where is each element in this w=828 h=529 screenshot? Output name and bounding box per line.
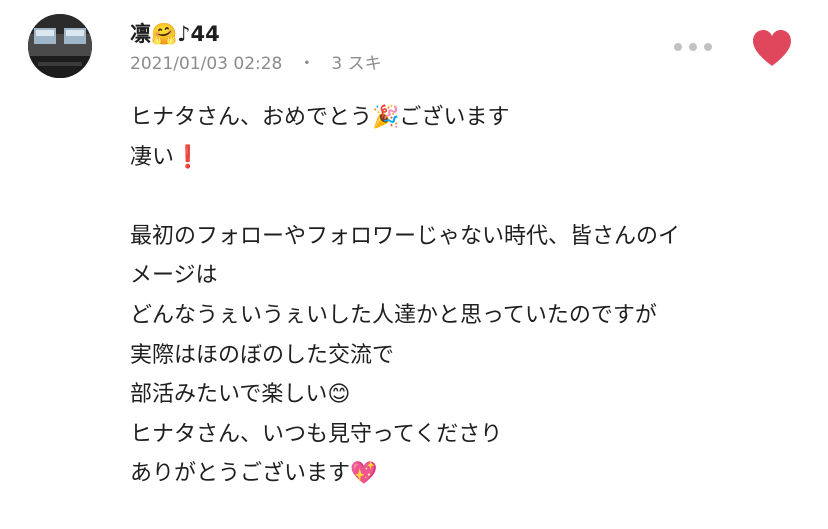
comment-line: ヒナタさん、いつも見守ってくださり	[130, 421, 503, 447]
comment-line: ヒナタさん、おめでとう🎉ございます	[130, 105, 510, 130]
comment-line	[130, 177, 808, 217]
avatar-photo-icon	[28, 14, 92, 78]
dot	[704, 43, 712, 51]
comment-line: 凄い❗️	[130, 144, 202, 170]
dot	[689, 43, 697, 51]
comment-body: ヒナタさん、おめでとう🎉ございます 凄い❗️ 最初のフォローやフォロワーじゃない時代…	[130, 98, 808, 494]
like-count[interactable]: 3 スキ	[331, 54, 381, 74]
timestamp: 2021/01/03 02:28	[130, 54, 283, 74]
comment-header: 凛🤗♪44 2021/01/03 02:28 ・ 3 スキ	[130, 20, 708, 76]
comment-line: 実際はほのぼのした交流で	[130, 342, 395, 368]
dot	[674, 43, 682, 51]
heart-icon	[753, 30, 791, 66]
comment-line: メージは	[130, 263, 218, 289]
like-button[interactable]	[750, 28, 794, 68]
comment-line: どんなうぇいうぇいした人達かと思っていたのですが	[130, 302, 657, 328]
comment-line: 最初のフォローやフォロワーじゃない時代、皆さんのイ	[130, 223, 681, 249]
username[interactable]: 凛🤗♪44	[130, 20, 708, 48]
comment-line: 部活みたいで楽しい😊	[130, 382, 351, 408]
more-dots-icon[interactable]	[674, 37, 712, 57]
avatar[interactable]	[28, 14, 92, 78]
comment-line: ありがとうございます💖	[130, 461, 378, 487]
meta-separator: ・	[298, 54, 316, 74]
comment-meta: 2021/01/03 02:28 ・ 3 スキ	[130, 52, 708, 76]
